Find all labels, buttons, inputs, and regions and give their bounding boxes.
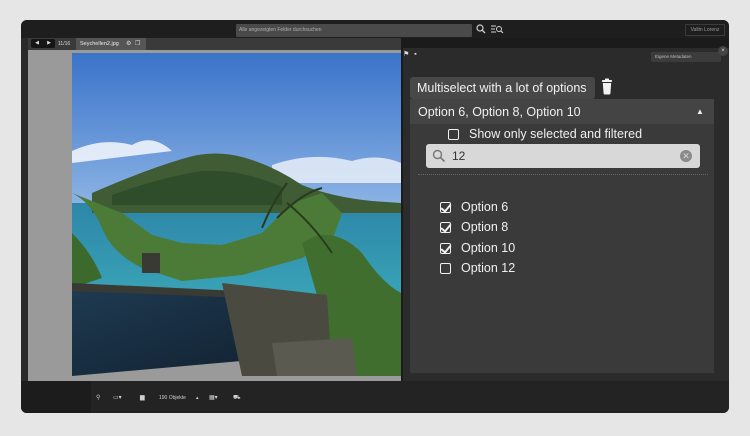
panel-toolbar: ⚑ ▪ [403, 50, 417, 58]
multiselect-header[interactable]: Option 6, Option 8, Option 10 ▲ [410, 99, 714, 124]
app-window: Alle angezeigten Felder durchsuchen Valt… [21, 20, 729, 413]
option-checkbox[interactable] [440, 201, 451, 213]
search-icon [432, 149, 446, 163]
global-search-input[interactable]: Alle angezeigten Felder durchsuchen [236, 24, 472, 37]
user-menu-button[interactable]: Valtin Lorenz [685, 24, 725, 36]
metadata-set-select[interactable]: Eigene Metadaten [651, 52, 721, 62]
option-filter-input[interactable]: 12 ✕ [426, 144, 700, 168]
option-label: Option 12 [461, 261, 516, 275]
photo-preview [72, 53, 401, 376]
viewer-tab-bar: ◀ ▶ 11/16 Seychellen2.jpg ⚙ ❐ [28, 38, 401, 50]
top-bar: Alle angezeigten Felder durchsuchen Valt… [21, 20, 729, 38]
caret-up-icon[interactable]: ▲ [696, 105, 704, 119]
grid-icon[interactable]: ▦▾ [209, 394, 218, 402]
show-only-selected-checkbox[interactable]: Show only selected and filtered [448, 124, 642, 144]
filter-value: 12 [452, 149, 466, 163]
search-icon[interactable] [476, 24, 486, 34]
viewer-nav: ◀ ▶ [31, 39, 55, 48]
option-label: Option 10 [461, 241, 516, 255]
option-checkbox[interactable] [440, 242, 451, 254]
image-counter: 11/16 [58, 41, 71, 47]
option-item[interactable]: Option 6 [440, 198, 508, 216]
option-label: Option 8 [461, 220, 509, 234]
object-count[interactable]: 190 Objekte [159, 394, 186, 402]
next-arrow-icon[interactable]: ▶ [47, 39, 51, 48]
option-checkbox[interactable] [440, 262, 451, 274]
multiselect-dropdown: Option 6, Option 8, Option 10 ▲ 12 ✕ Sho… [410, 99, 714, 373]
left-sidebar-strip [21, 38, 28, 381]
pin-icon[interactable]: ⚲ [96, 394, 100, 402]
cart-icon[interactable]: ⛟ [233, 394, 241, 402]
divider [418, 174, 708, 175]
option-label: Option 6 [461, 200, 509, 214]
bottom-toolbar: ⚲ ▭▾ ▆ 190 Objekte ▴ ▦▾ ⛟ [21, 381, 729, 413]
field-title: Multiselect with a lot of options [410, 77, 595, 99]
checkbox[interactable] [448, 128, 459, 140]
folder-icon[interactable]: ▆ [140, 394, 145, 402]
copy-icon[interactable]: ❐ [135, 39, 140, 49]
clear-filter-icon[interactable]: ✕ [680, 150, 692, 162]
selected-values: Option 6, Option 8, Option 10 [418, 105, 581, 119]
save-panel-icon[interactable]: ▪ [414, 51, 416, 58]
panel-icon[interactable]: ▭▾ [113, 394, 122, 402]
prev-arrow-icon[interactable]: ◀ [35, 39, 39, 48]
trash-icon[interactable] [599, 78, 615, 96]
option-checkbox[interactable] [440, 221, 451, 233]
pin-panel-icon[interactable]: ⚑ [403, 51, 409, 58]
option-item[interactable]: Option 10 [440, 239, 515, 257]
close-panel-icon[interactable]: × [718, 46, 728, 56]
option-item[interactable]: Option 8 [440, 218, 508, 236]
gear-icon[interactable]: ⚙ [126, 39, 131, 49]
checkbox-label: Show only selected and filtered [469, 127, 643, 141]
option-item[interactable]: Option 12 [440, 259, 515, 277]
bottom-left-area [21, 381, 91, 413]
advanced-search-icon[interactable] [490, 24, 504, 34]
chevron-up-icon[interactable]: ▴ [196, 394, 199, 402]
